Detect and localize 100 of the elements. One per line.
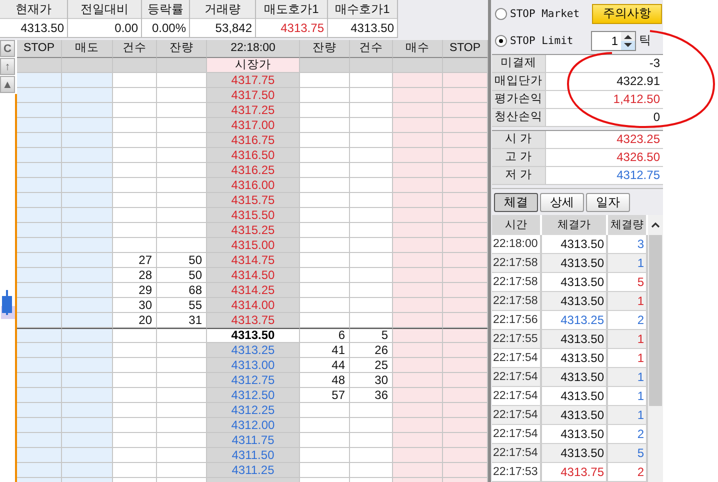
table-cell: [113, 103, 157, 118]
column-header: 잔량: [157, 40, 207, 58]
tab[interactable]: 체결: [494, 193, 538, 212]
table-cell: 22:17:58: [492, 254, 542, 273]
table-cell: 20: [113, 313, 157, 328]
scroll-up-icon[interactable]: [651, 222, 660, 228]
price-cell: 4311.75: [207, 433, 300, 448]
table-cell: [300, 313, 350, 328]
table-cell: [17, 118, 62, 133]
table-cell: [300, 148, 350, 163]
side-button[interactable]: ↑: [0, 58, 15, 75]
column-header: STOP: [443, 40, 488, 58]
table-cell: [113, 58, 157, 73]
table-cell: [393, 433, 443, 448]
price-cell: 4316.00: [207, 178, 300, 193]
table-cell: [300, 223, 350, 238]
table-cell: [393, 253, 443, 268]
side-button[interactable]: C: [0, 40, 15, 57]
table-cell: [300, 238, 350, 253]
table-cell: [393, 448, 443, 463]
table-cell: [443, 133, 488, 148]
table-cell: [300, 418, 350, 433]
table-cell: [17, 283, 62, 298]
table-cell: [157, 208, 207, 223]
table-cell: [62, 268, 113, 283]
table-cell: [157, 418, 207, 433]
table-cell: [17, 253, 62, 268]
radio-label[interactable]: STOP Market: [510, 8, 580, 20]
table-cell: [113, 163, 157, 178]
table-cell: [393, 178, 443, 193]
scrollbar-thumb[interactable]: [649, 235, 662, 406]
table-cell: [62, 103, 113, 118]
table-cell: [443, 268, 488, 283]
table-cell: 22:17:54: [492, 387, 542, 406]
table-cell: [350, 463, 393, 478]
tab[interactable]: 상세: [540, 193, 584, 212]
table-cell: [113, 133, 157, 148]
table-cell: [113, 178, 157, 193]
table-cell: [393, 148, 443, 163]
table-cell: [113, 238, 157, 253]
table-cell: 55: [157, 298, 207, 313]
table-cell: [393, 343, 443, 358]
price-cell: 4317.50: [207, 88, 300, 103]
table-cell: [300, 463, 350, 478]
side-button[interactable]: ▲: [0, 76, 15, 93]
table-cell: 1: [608, 292, 648, 311]
caution-button[interactable]: 주의사항: [592, 4, 662, 24]
field-value: -3: [546, 55, 663, 72]
table-cell: [62, 448, 113, 463]
price-cell: 4314.25: [207, 283, 300, 298]
table-cell: [157, 118, 207, 133]
table-cell: [157, 58, 207, 73]
table-cell: [157, 133, 207, 148]
table-cell: [393, 103, 443, 118]
tab[interactable]: 일자: [586, 193, 630, 212]
table-cell: [300, 88, 350, 103]
table-cell: [62, 283, 113, 298]
table-cell: [157, 373, 207, 388]
column-header: 체결량: [608, 215, 648, 235]
table-cell: [350, 148, 393, 163]
field-value: 4322.91: [546, 73, 663, 90]
table-cell: [17, 238, 62, 253]
column-header: 잔량: [300, 40, 350, 58]
price-cell: 4311.50: [207, 448, 300, 463]
column-header: 매수: [393, 40, 443, 58]
table-cell: [113, 463, 157, 478]
table-cell: [350, 298, 393, 313]
table-cell: [62, 358, 113, 373]
table-cell: 4313.50: [542, 330, 608, 349]
table-cell: [62, 58, 113, 73]
table-cell: [443, 403, 488, 418]
table-cell: [17, 73, 62, 88]
table-cell: [113, 88, 157, 103]
table-cell: [443, 73, 488, 88]
table-cell: 48: [300, 373, 350, 388]
table-cell: [17, 358, 62, 373]
table-cell: [300, 73, 350, 88]
table-cell: [62, 373, 113, 388]
quote-value: 4313.50: [0, 19, 67, 38]
field-value: 0: [546, 109, 663, 126]
table-cell: [113, 358, 157, 373]
table-cell: [393, 313, 443, 328]
quote-value: 53,842: [190, 19, 255, 38]
table-cell: [62, 118, 113, 133]
table-cell: [17, 343, 62, 358]
table-cell: [443, 448, 488, 463]
table-cell: 29: [113, 283, 157, 298]
radio-button[interactable]: [495, 8, 507, 20]
radio-button[interactable]: [495, 34, 507, 46]
table-cell: [113, 418, 157, 433]
table-cell: [62, 418, 113, 433]
table-cell: [17, 103, 62, 118]
table-cell: [350, 238, 393, 253]
table-cell: [62, 343, 113, 358]
table-cell: [300, 433, 350, 448]
table-cell: [157, 448, 207, 463]
table-cell: [62, 238, 113, 253]
table-cell: [350, 73, 393, 88]
radio-label[interactable]: STOP Limit: [510, 34, 574, 46]
table-cell: [443, 193, 488, 208]
